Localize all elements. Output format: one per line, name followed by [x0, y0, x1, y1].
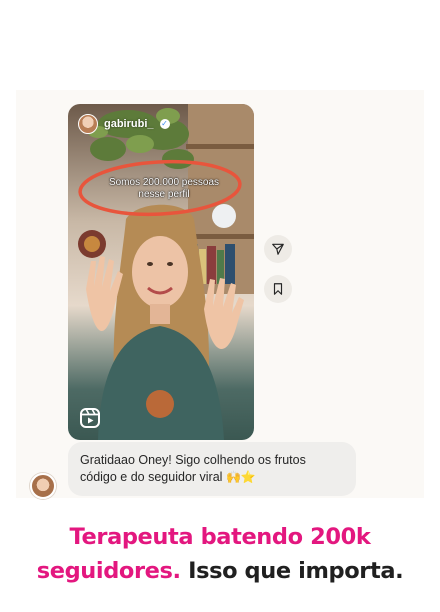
- caption: Terapeuta batendo 200k seguidores. Isso …: [0, 520, 440, 588]
- paper-plane-icon: [272, 243, 284, 255]
- reels-icon[interactable]: [78, 406, 102, 430]
- reel-overlay-text: Somos 200.000 pessoas nesse perfil: [108, 177, 220, 200]
- comment-text: Gratidaao Oney! Sigo colhendo os frutos …: [80, 453, 306, 484]
- share-button[interactable]: [264, 235, 292, 263]
- reel-video[interactable]: gabirubi_ ✓ Somos 200.000 pessoas nesse …: [68, 104, 254, 440]
- save-button[interactable]: [264, 275, 292, 303]
- reel-avatar[interactable]: [78, 114, 98, 134]
- reel-scene: [78, 104, 254, 440]
- commenter-avatar[interactable]: [30, 473, 56, 499]
- verified-icon: ✓: [159, 119, 170, 129]
- caption-rest: Isso que importa.: [188, 558, 404, 584]
- comment-emojis: 🙌⭐: [225, 470, 256, 484]
- bookmark-icon: [273, 283, 283, 295]
- reel-header[interactable]: gabirubi_ ✓: [78, 114, 170, 134]
- reel-username[interactable]: gabirubi_: [104, 118, 154, 130]
- comment-bubble: Gratidaao Oney! Sigo colhendo os frutos …: [68, 442, 356, 496]
